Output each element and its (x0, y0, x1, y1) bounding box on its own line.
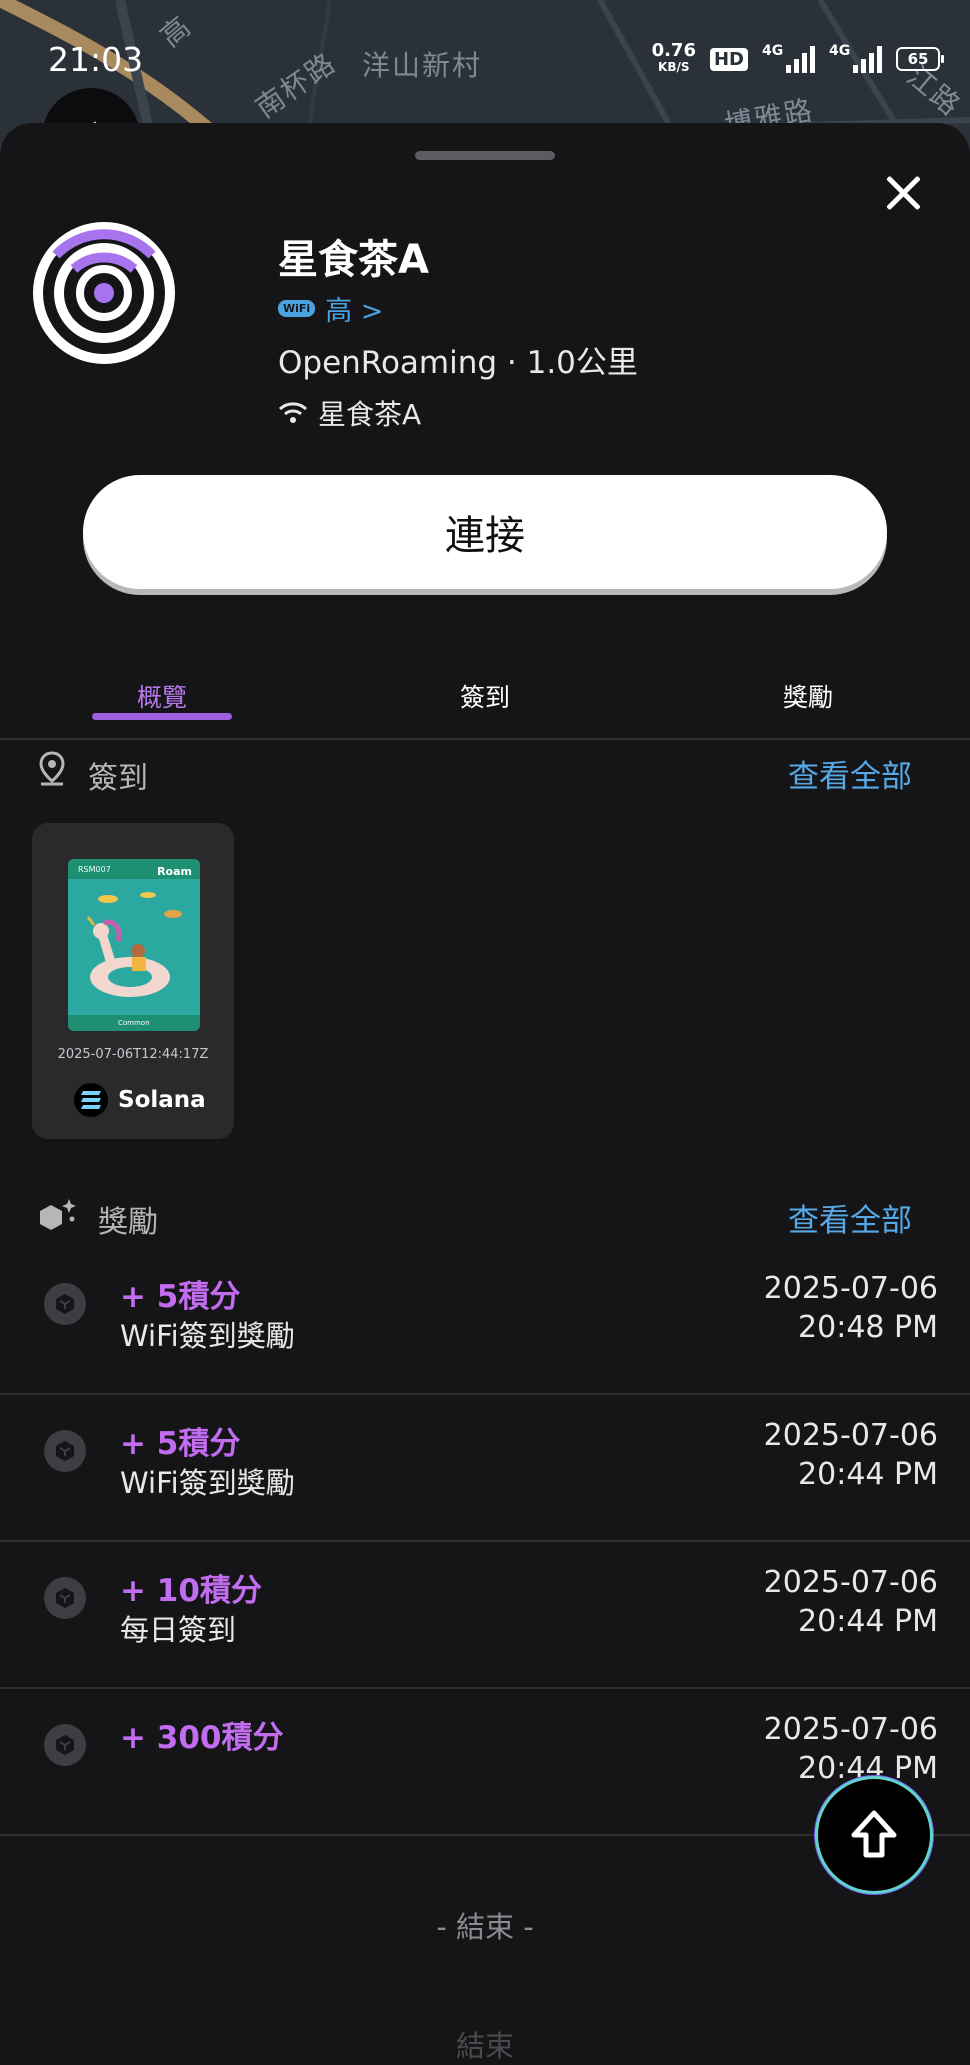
nft-image-brand: Roam (157, 865, 192, 878)
signal-strength: 高 > (325, 296, 384, 327)
signal-icon: 4G (829, 43, 882, 73)
reward-points: + 10積分 (120, 1573, 262, 1609)
reward-datetime: 2025-07-06 20:44 PM (764, 1416, 938, 1494)
tab-bar: 概覽 簽到 獎勵 (0, 643, 970, 740)
network-speed-unit: KB/S (658, 60, 690, 74)
wifi-tag: WiFi (278, 300, 316, 317)
network-speed-value: 0.76 (651, 40, 696, 61)
wifi-icon (278, 402, 308, 423)
status-bar: 21:03 0.76 KB/S HD 4G 4G 65 (0, 0, 970, 120)
reward-date: 2025-07-06 (763, 1712, 938, 1747)
signal-strength-row[interactable]: WiFi 高 > (278, 289, 383, 328)
checkin-timestamp: 2025-07-06T12:44:17Z (57, 1047, 209, 1062)
signal-icon: 4G (762, 43, 815, 73)
end-of-list-label: - 結束 - (436, 1910, 534, 1944)
ssid-label: 星食茶A (318, 398, 422, 431)
network-distance: OpenRoaming · 1.0公里 (278, 345, 638, 381)
nft-image-tag: RSM007 (78, 865, 111, 874)
reward-date: 2025-07-06 (763, 1271, 938, 1306)
reward-cube-icon (44, 1724, 86, 1766)
end-of-list-label-faded: 結束 (455, 2029, 514, 2063)
reward-time: 20:48 PM (798, 1310, 938, 1345)
signal-label: 4G (762, 43, 784, 59)
connect-button[interactable]: 連接 (83, 475, 887, 589)
location-pin-icon (39, 751, 65, 786)
roam-wifi-logo (30, 219, 178, 367)
hd-badge: HD (709, 47, 748, 71)
reward-time: 20:44 PM (798, 1751, 938, 1786)
reward-description: WiFi簽到獎勵 (120, 1466, 295, 1500)
reward-row: + 10積分 每日簽到 2025-07-06 20:44 PM (0, 1541, 970, 1689)
tab-rewards[interactable]: 獎勵 (688, 643, 928, 738)
hotspot-detail-sheet: 星食茶A WiFi 高 > OpenRoaming · 1.0公里 星食茶A 連… (0, 123, 970, 2063)
scroll-to-top-button[interactable] (818, 1779, 930, 1891)
checkin-nft-image: RSM007 Roam Common (68, 859, 200, 1031)
reward-time: 20:44 PM (798, 1457, 938, 1492)
reward-date: 2025-07-06 (763, 1565, 938, 1600)
reward-description: WiFi簽到獎勵 (120, 1319, 295, 1353)
reward-cube-icon (44, 1430, 86, 1472)
tab-overview[interactable]: 概覽 (42, 643, 282, 738)
rewards-view-all-link[interactable]: 查看全部 (788, 1195, 912, 1240)
chain-name: Solana (118, 1087, 206, 1113)
nft-rarity: Common (118, 1019, 150, 1027)
rewards-icon (40, 1199, 76, 1230)
reward-time: 20:44 PM (798, 1604, 938, 1639)
active-tab-indicator (92, 713, 232, 720)
close-icon[interactable] (878, 169, 928, 219)
nft-artwork (68, 859, 200, 1031)
checkin-chain: Solana (74, 1083, 206, 1117)
checkins-section-title: 簽到 (88, 761, 148, 796)
reward-datetime: 2025-07-06 20:44 PM (764, 1563, 938, 1641)
reward-points: + 300積分 (120, 1720, 284, 1756)
network-speed: 0.76 KB/S (652, 42, 696, 76)
hotspot-name: 星食茶A (278, 237, 429, 283)
rewards-section-title: 獎勵 (98, 1205, 158, 1240)
reward-points: + 5積分 (120, 1426, 241, 1462)
tab-checkins[interactable]: 簽到 (365, 643, 605, 738)
solana-logo (74, 1083, 108, 1117)
arrow-up-icon (851, 1810, 897, 1858)
rewards-section-header: 獎勵 查看全部 (38, 1189, 938, 1240)
reward-datetime: 2025-07-06 20:44 PM (764, 1710, 938, 1788)
status-icons: 0.76 KB/S HD 4G 4G 65 (652, 42, 944, 76)
battery-icon: 65 (896, 47, 944, 71)
reward-description: 每日簽到 (120, 1613, 237, 1647)
checkin-card[interactable]: RSM007 Roam Common 2025-07-06T12:44:17Z … (32, 823, 234, 1139)
reward-cube-icon (44, 1577, 86, 1619)
reward-points: + 5積分 (120, 1279, 241, 1315)
checkins-view-all-link[interactable]: 查看全部 (788, 751, 912, 796)
drag-handle[interactable] (415, 151, 555, 160)
checkins-section-header: 簽到 查看全部 (38, 745, 938, 796)
ssid-row: 星食茶A (278, 393, 421, 433)
reward-datetime: 2025-07-06 20:48 PM (764, 1269, 938, 1347)
signal-label: 4G (829, 43, 851, 59)
reward-row: + 5積分 WiFi簽到獎勵 2025-07-06 20:48 PM (0, 1247, 970, 1395)
reward-date: 2025-07-06 (763, 1418, 938, 1453)
reward-cube-icon (44, 1283, 86, 1325)
status-time: 21:03 (48, 40, 144, 79)
reward-row: + 5積分 WiFi簽到獎勵 2025-07-06 20:44 PM (0, 1394, 970, 1542)
